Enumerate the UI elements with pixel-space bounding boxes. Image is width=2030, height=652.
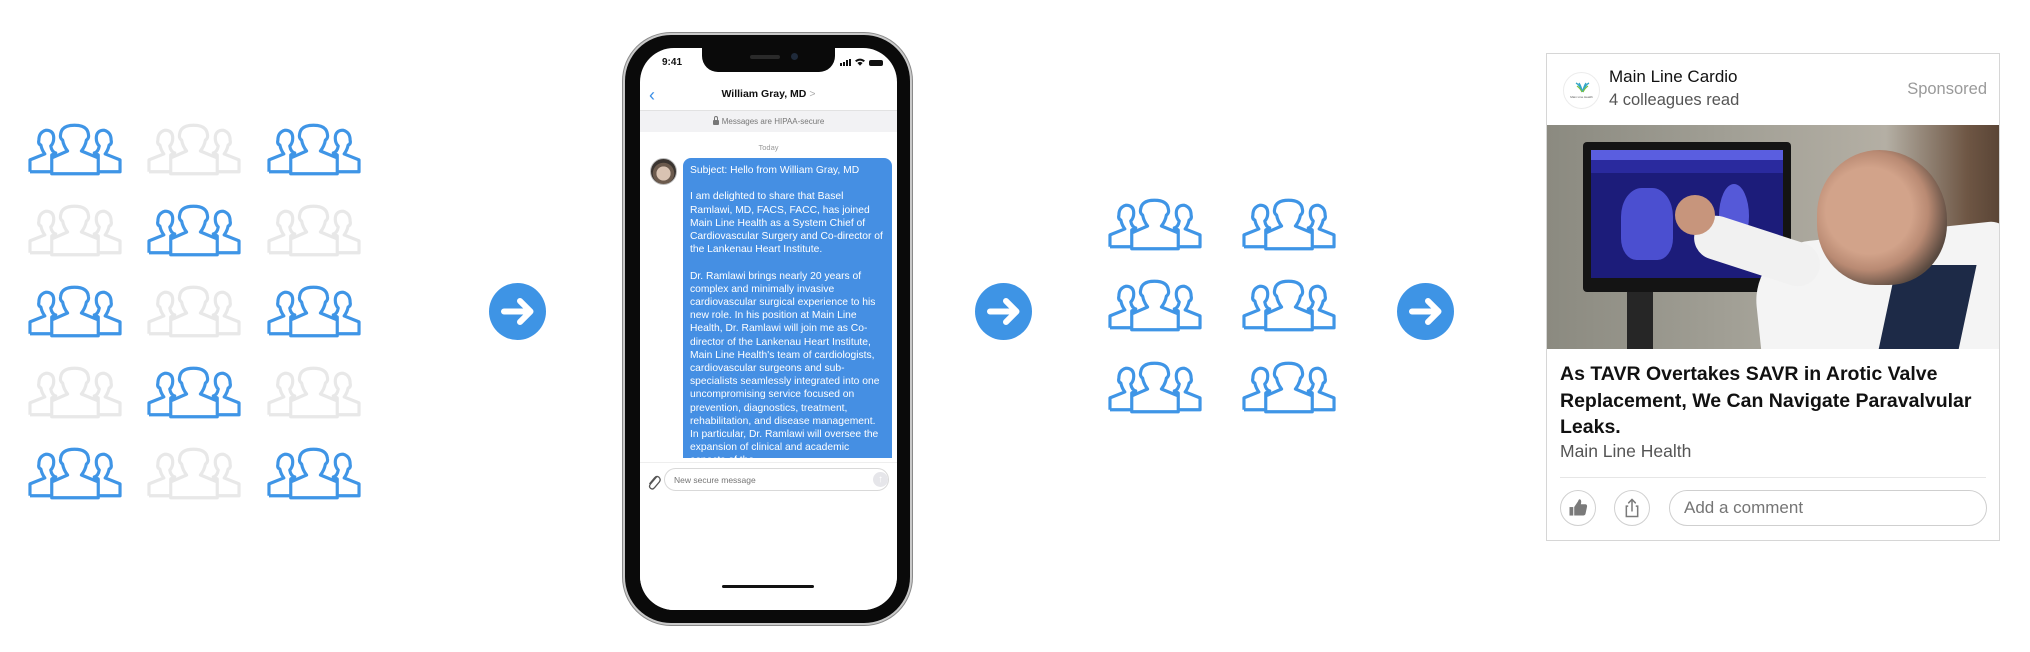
people-group-icon (1108, 361, 1202, 414)
ad-source: Main Line Health (1560, 441, 1692, 461)
arrow-right-circle-icon (975, 283, 1032, 340)
people-group-icon (267, 204, 361, 257)
people-group-icon (147, 204, 241, 257)
lock-icon (712, 116, 719, 125)
people-group-icon (267, 447, 361, 500)
main-line-health-logo-icon (1575, 82, 1590, 93)
signal-icon (840, 59, 851, 66)
speaker-grille (750, 55, 780, 59)
message-paragraph: Dr. Ramlawi brings nearly 20 years of co… (690, 270, 880, 458)
ad-headline[interactable]: As TAVR Overtakes SAVR in Arotic Valve R… (1560, 361, 1980, 441)
monitor-arm (1627, 292, 1653, 349)
people-group-icon (1242, 361, 1336, 414)
logo-text: Main Line Health (1570, 95, 1593, 99)
people-group-icon (28, 123, 122, 176)
sender-avatar[interactable] (650, 158, 677, 185)
people-group-icon (267, 366, 361, 419)
hand (1675, 195, 1715, 235)
arrow-right-circle-icon (1397, 283, 1454, 340)
social-proof: 4 colleagues read (1609, 91, 1740, 109)
physician-head (1817, 150, 1947, 285)
phone-mockup: 9:41 ‹ William Gray, MD > Messages are HI… (625, 35, 910, 623)
people-group-icon (1242, 198, 1336, 251)
day-separator: Today (758, 143, 779, 152)
contact-name[interactable]: William Gray, MD > (640, 88, 897, 100)
new-message-input[interactable] (664, 468, 889, 491)
status-time: 9:41 (662, 57, 683, 68)
message-paragraph: I am delighted to share that Basel Ramla… (690, 191, 883, 256)
publisher-logo[interactable]: Main Line Health (1563, 72, 1600, 109)
people-group-icon (28, 285, 122, 338)
thumbs-up-icon (1569, 499, 1588, 516)
people-group-icon (1242, 279, 1336, 332)
people-group-icon (1108, 198, 1202, 251)
people-group-icon (28, 447, 122, 500)
people-group-icon (267, 123, 361, 176)
people-group-icon (147, 123, 241, 176)
sponsored-ad-card[interactable]: Main Line Health Main Line Cardio 4 coll… (1546, 53, 2000, 541)
security-banner: Messages are HIPAA-secure (640, 110, 897, 132)
people-group-icon (1108, 279, 1202, 332)
contact-name-label: William Gray, MD (721, 88, 807, 100)
share-icon (1625, 498, 1639, 518)
arrow-right-circle-icon (489, 283, 546, 340)
comment-input[interactable] (1669, 490, 1987, 526)
message-bubble: Subject: Hello from William Gray, MD I a… (683, 158, 892, 458)
front-camera (791, 53, 798, 60)
phone-notch (702, 48, 835, 72)
paperclip-icon[interactable] (647, 473, 661, 491)
wifi-icon (855, 58, 865, 66)
home-indicator[interactable] (722, 585, 814, 588)
divider (1560, 477, 1986, 478)
ad-image[interactable] (1547, 125, 1999, 349)
phone-screen: 9:41 ‹ William Gray, MD > Messages are HI… (640, 48, 897, 610)
people-group-icon (28, 204, 122, 257)
security-banner-text: Messages are HIPAA-secure (721, 117, 825, 126)
people-group-icon (267, 285, 361, 338)
message-subject: Subject: Hello from William Gray, MD (690, 165, 860, 176)
conversation-header: ‹ William Gray, MD > (640, 82, 897, 110)
people-group-icon (147, 447, 241, 500)
like-button[interactable] (1560, 490, 1596, 526)
people-group-icon (147, 285, 241, 338)
publisher-name[interactable]: Main Line Cardio (1609, 67, 1738, 87)
chevron-right-icon: > (809, 88, 816, 100)
share-button[interactable] (1614, 490, 1650, 526)
people-group-icon (28, 366, 122, 419)
status-icons (840, 58, 883, 66)
battery-icon (869, 60, 883, 66)
arrow-up-icon[interactable]: ↑ (873, 472, 888, 487)
sponsored-label: Sponsored (1907, 80, 1987, 98)
people-group-icon (147, 366, 241, 419)
